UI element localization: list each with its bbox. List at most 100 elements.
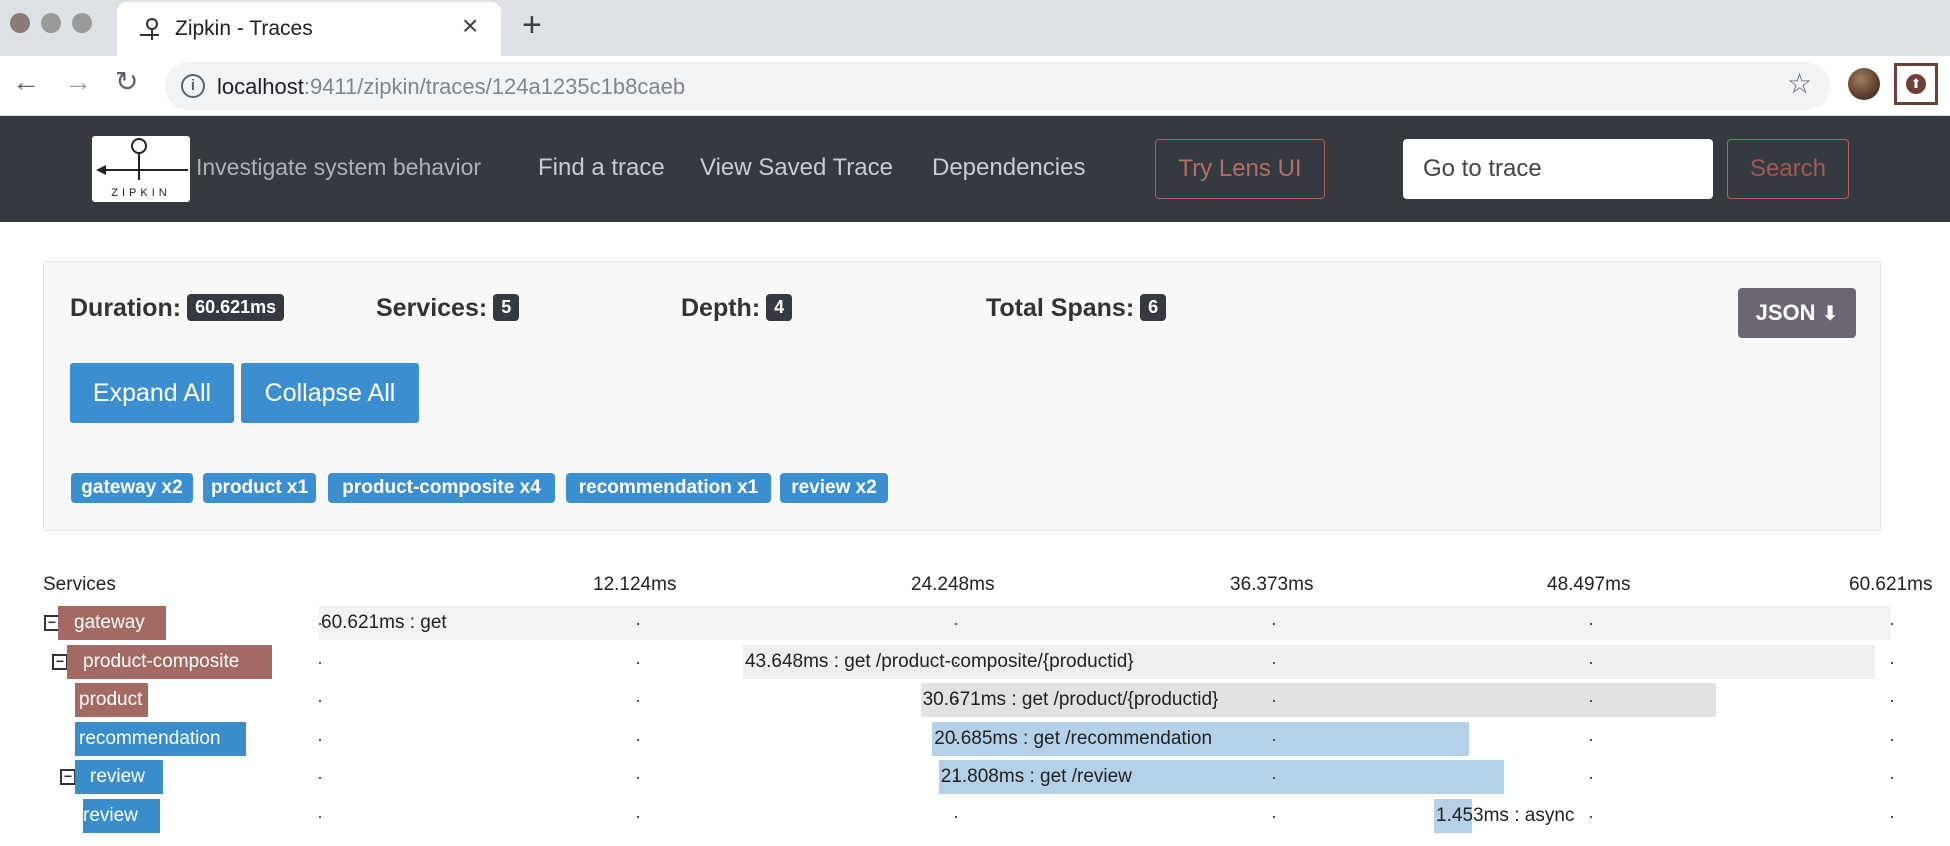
grid-tick-dot xyxy=(319,777,321,779)
browser-tab[interactable]: Zipkin - Traces × xyxy=(117,2,501,56)
grid-tick-dot xyxy=(637,739,639,741)
grid-tick-dot xyxy=(955,816,957,818)
forward-arrow-icon[interactable]: → xyxy=(64,68,92,96)
browser-toolbar: ← → ↻ i localhost:9411/zipkin/traces/124… xyxy=(0,56,1950,116)
collapse-toggle-icon[interactable]: − xyxy=(52,654,68,670)
service-name-tag[interactable]: review xyxy=(75,760,163,794)
grid-tick-dot xyxy=(319,739,321,741)
close-window-button[interactable] xyxy=(10,13,30,33)
timeline-tick-label: 48.497ms xyxy=(1547,574,1631,595)
grid-tick-dot xyxy=(637,816,639,818)
duration-stat: Duration: 60.621ms xyxy=(70,294,285,323)
grid-tick-dot xyxy=(319,700,321,702)
extension-button[interactable]: ⬆ xyxy=(1894,63,1938,105)
tab-title: Zipkin - Traces xyxy=(175,17,313,40)
grid-tick-dot xyxy=(1590,777,1592,779)
grid-tick-dot xyxy=(1590,662,1592,664)
total-spans-stat: Total Spans: 6 xyxy=(986,294,1167,323)
span-label: 20.685ms : get /recommendation xyxy=(934,728,1213,749)
maximize-window-button[interactable] xyxy=(72,13,92,33)
grid-tick-dot xyxy=(1590,739,1592,741)
nav-view-saved-trace[interactable]: View Saved Trace xyxy=(700,154,893,182)
zipkin-favicon-icon xyxy=(140,18,159,40)
timeline-tick-label: 60.621ms xyxy=(1849,574,1933,595)
timeline-tick-label: 12.124ms xyxy=(593,574,677,595)
trace-summary-panel: Duration: 60.621ms Services: 5 Depth: 4 Tot… xyxy=(43,261,1881,531)
span-duration-bar[interactable] xyxy=(319,606,1891,640)
span-label: 21.808ms : get /review xyxy=(940,766,1132,787)
total-spans-badge: 6 xyxy=(1140,294,1167,321)
service-filter-badge[interactable]: gateway x2 xyxy=(71,473,193,503)
app-header: ZIPKIN Investigate system behavior Find … xyxy=(0,116,1950,222)
grid-tick-dot xyxy=(1273,700,1275,702)
service-filter-badge[interactable]: product-composite x4 xyxy=(328,473,555,503)
zipkin-logo[interactable]: ZIPKIN xyxy=(92,136,190,202)
grid-tick-dot xyxy=(955,623,957,625)
grid-tick-dot xyxy=(637,777,639,779)
collapse-all-button[interactable]: Collapse All xyxy=(241,363,419,423)
grid-tick-dot xyxy=(637,700,639,702)
service-name-tag[interactable]: review xyxy=(83,799,160,833)
grid-tick-dot xyxy=(1273,623,1275,625)
grid-tick-dot xyxy=(1590,623,1592,625)
back-arrow-icon[interactable]: ← xyxy=(12,68,40,96)
span-label: 30.671ms : get /product/{productid} xyxy=(922,689,1219,710)
grid-tick-dot xyxy=(1273,662,1275,664)
zipkin-logo-icon xyxy=(96,138,188,180)
service-name-tag[interactable]: product xyxy=(75,683,148,717)
upload-icon: ⬆ xyxy=(1906,74,1926,94)
grid-tick-dot xyxy=(1891,739,1893,741)
span-label: 1.453ms : async xyxy=(1436,805,1575,826)
new-tab-icon[interactable]: + xyxy=(522,8,542,42)
grid-tick-dot xyxy=(1891,700,1893,702)
grid-tick-dot xyxy=(637,623,639,625)
depth-stat: Depth: 4 xyxy=(681,294,793,323)
grid-tick-dot xyxy=(1590,816,1592,818)
site-info-icon[interactable]: i xyxy=(181,74,205,98)
logo-text: ZIPKIN xyxy=(111,187,171,199)
service-filter-badge[interactable]: review x2 xyxy=(780,473,888,503)
grid-tick-dot xyxy=(1590,700,1592,702)
grid-tick-dot xyxy=(1273,777,1275,779)
nav-dependencies[interactable]: Dependencies xyxy=(932,154,1085,182)
json-download-button[interactable]: JSON ⬇ xyxy=(1738,288,1856,338)
bookmark-star-icon[interactable]: ☆ xyxy=(1787,70,1812,98)
minimize-window-button[interactable] xyxy=(41,13,61,33)
collapse-toggle-icon[interactable]: − xyxy=(60,769,76,785)
grid-tick-dot xyxy=(637,662,639,664)
grid-tick-dot xyxy=(1273,739,1275,741)
download-icon: ⬇ xyxy=(1821,303,1839,325)
service-name-tag[interactable]: recommendation xyxy=(75,722,246,756)
service-filter-badge[interactable]: product x1 xyxy=(203,473,316,503)
grid-tick-dot xyxy=(319,816,321,818)
expand-all-button[interactable]: Expand All xyxy=(70,363,234,423)
grid-tick-dot xyxy=(1273,816,1275,818)
services-badge: 5 xyxy=(493,294,520,321)
grid-tick-dot xyxy=(1891,816,1893,818)
go-to-trace-input[interactable] xyxy=(1403,139,1713,199)
nav-find-trace[interactable]: Find a trace xyxy=(538,154,665,182)
profile-avatar[interactable] xyxy=(1848,68,1880,100)
span-label: 43.648ms : get /product-composite/{produ… xyxy=(744,651,1134,672)
reload-icon[interactable]: ↻ xyxy=(115,68,138,96)
timeline-tick-label: 36.373ms xyxy=(1230,574,1314,595)
address-bar[interactable]: i localhost:9411/zipkin/traces/124a1235c… xyxy=(165,62,1830,110)
tagline: Investigate system behavior xyxy=(196,154,482,180)
duration-badge: 60.621ms xyxy=(187,294,285,321)
grid-tick-dot xyxy=(319,662,321,664)
services-column-header: Services xyxy=(43,574,116,595)
grid-tick-dot xyxy=(1891,777,1893,779)
service-name-tag[interactable]: product-composite xyxy=(67,645,272,679)
close-tab-icon[interactable]: × xyxy=(462,12,478,40)
browser-tabstrip: Zipkin - Traces × + xyxy=(0,0,1950,56)
span-label: 60.621ms : get xyxy=(321,612,447,633)
url-text: localhost:9411/zipkin/traces/124a1235c1b… xyxy=(217,74,686,99)
service-filter-badge[interactable]: recommendation x1 xyxy=(566,473,771,503)
search-button[interactable]: Search xyxy=(1727,139,1849,199)
timeline-tick-label: 24.248ms xyxy=(911,574,995,595)
grid-tick-dot xyxy=(1891,662,1893,664)
try-lens-ui-button[interactable]: Try Lens UI xyxy=(1155,139,1325,199)
grid-tick-dot xyxy=(1891,623,1893,625)
depth-badge: 4 xyxy=(766,294,793,321)
service-name-tag[interactable]: gateway xyxy=(58,606,166,640)
